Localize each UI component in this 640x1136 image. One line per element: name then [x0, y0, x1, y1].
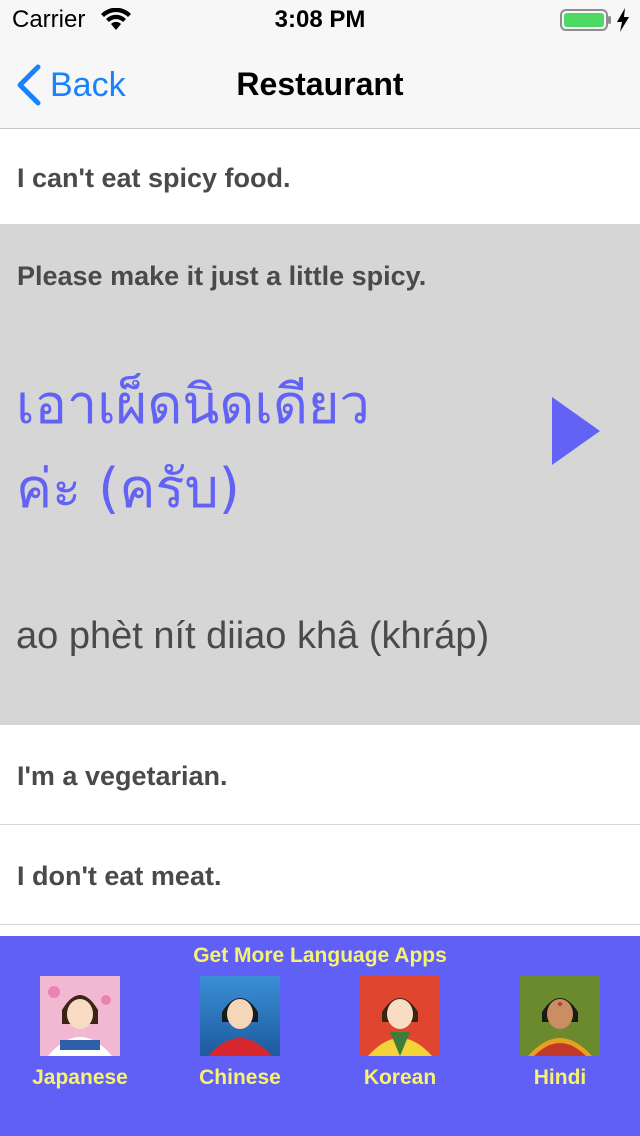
- page-title: Restaurant: [236, 66, 404, 102]
- indian-girl-icon: [520, 976, 600, 1056]
- korean-girl-icon: [360, 976, 440, 1056]
- phrase-thai: เอาเผ็ดนิดเดียว ค่ะ (ครับ): [16, 363, 496, 531]
- app-label: Korean: [363, 1066, 437, 1089]
- app-label: Chinese: [199, 1066, 281, 1089]
- phrase-row[interactable]: I'm a vegetarian.: [0, 725, 640, 825]
- app-label: Japanese: [32, 1066, 128, 1089]
- phrase-row[interactable]: I don't eat meat.: [0, 825, 640, 925]
- status-time: 3:08 PM: [274, 6, 366, 33]
- phrase-english: I'm a vegetarian.: [17, 761, 228, 791]
- promo-banner: Get More Language Apps Japanese Chinese: [0, 936, 640, 1136]
- japanese-girl-icon: [40, 976, 120, 1056]
- app-tile-chinese[interactable]: Chinese: [160, 976, 320, 1096]
- app-tile-hindi[interactable]: Hindi: [480, 976, 640, 1096]
- promo-title: Get More Language Apps: [193, 944, 447, 967]
- phrase-thai-line: ค่ะ (ครับ): [16, 457, 240, 520]
- play-icon[interactable]: [552, 397, 600, 465]
- phrase-thai-line: เอาเผ็ดนิดเดียว: [16, 373, 370, 436]
- phrase-romanization: ao phèt nít diiao khâ (khráp): [16, 615, 490, 657]
- charging-bolt-icon: [617, 8, 629, 32]
- phrase-english: Please make it just a little spicy.: [17, 261, 427, 291]
- app-tile-korean[interactable]: Korean: [320, 976, 480, 1096]
- status-bar: Carrier 3:08 PM: [0, 0, 640, 40]
- battery-icon: [560, 9, 611, 31]
- app-tile-japanese[interactable]: Japanese: [0, 976, 160, 1096]
- app-label: Hindi: [533, 1066, 587, 1089]
- chinese-girl-icon: [200, 976, 280, 1056]
- phrase-english: I don't eat meat.: [17, 861, 222, 891]
- phrase-row-expanded[interactable]: Please make it just a little spicy. เอาเ…: [0, 225, 640, 725]
- phrase-english: I can't eat spicy food.: [17, 163, 291, 193]
- navigation-bar: Back Restaurant: [0, 40, 640, 129]
- phrase-row[interactable]: I can't eat spicy food.: [0, 129, 640, 225]
